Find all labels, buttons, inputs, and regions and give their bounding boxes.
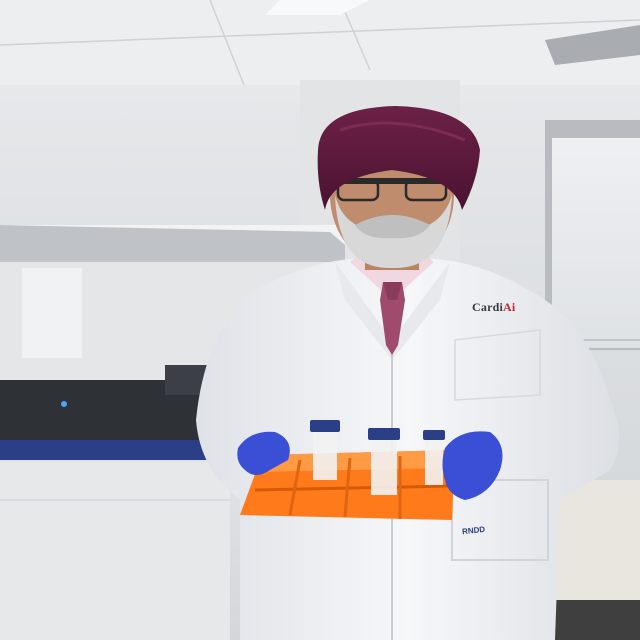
sample-tube	[368, 428, 400, 495]
sample-tube	[423, 430, 445, 485]
coat-logo: CardiAi	[472, 300, 515, 315]
photo-illustration	[0, 0, 640, 640]
cabinet-base	[555, 600, 640, 640]
coat-logo-prefix: Cardi	[472, 300, 503, 314]
sample-tube	[310, 420, 340, 480]
lab-photo: CardiAi RNDD	[0, 0, 640, 640]
coat-logo-accent: Ai	[503, 300, 516, 314]
